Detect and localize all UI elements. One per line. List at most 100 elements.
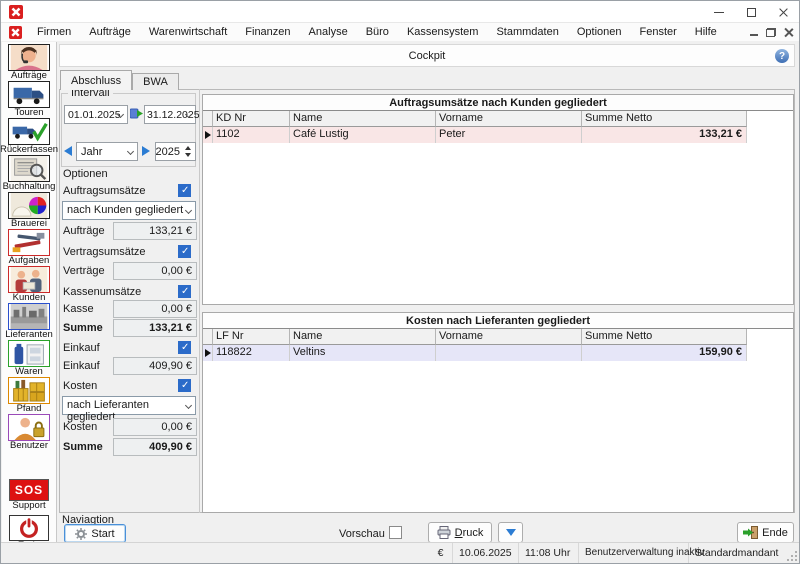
user-lock-icon: [8, 414, 50, 441]
cell-name: Veltins: [290, 345, 436, 361]
druck-button-label: Druck: [455, 527, 484, 539]
menu-item-auftraege[interactable]: Aufträge: [80, 23, 140, 41]
column-header-name[interactable]: Name: [290, 111, 436, 127]
kosten-checkbox[interactable]: [178, 379, 191, 392]
vertragsumsaetze-checkbox[interactable]: [178, 245, 191, 258]
year-value: 2025: [156, 146, 180, 158]
cell-vorname: Peter: [436, 127, 582, 143]
cell-vorname: [436, 345, 582, 361]
sidebar-item-pfand[interactable]: Pfand: [2, 377, 57, 414]
vertraege-label: Verträge: [63, 265, 105, 277]
window-close-button[interactable]: [767, 1, 799, 23]
einkauf-label: Einkauf: [63, 360, 100, 372]
date-to-input[interactable]: 31.12.2025: [144, 105, 196, 124]
header-filler: [747, 329, 793, 345]
window-minimize-button[interactable]: [703, 1, 735, 23]
menu-item-kassensystem[interactable]: Kassensystem: [398, 23, 488, 41]
kosten-value-field: 0,00 €: [113, 418, 197, 436]
table-header-row: LF Nr Name Vorname Summe Netto: [203, 329, 793, 345]
kosten-gliederung-select[interactable]: nach Lieferanten gegliedert: [62, 396, 196, 415]
kosten-label: Kosten: [63, 421, 97, 433]
vorschau-checkbox[interactable]: [389, 526, 402, 539]
column-header-vorname[interactable]: Vorname: [436, 329, 582, 345]
druck-options-dropdown-button[interactable]: [498, 522, 523, 543]
mdi-restore-icon[interactable]: [766, 28, 776, 37]
sidebar-item-waren[interactable]: Waren: [2, 340, 57, 377]
table-row[interactable]: 1102 Café Lustig Peter 133,21 €: [203, 127, 793, 143]
menu-item-warenwirtschaft[interactable]: Warenwirtschaft: [140, 23, 236, 41]
year-stepper[interactable]: 2025: [155, 142, 196, 161]
resize-grip[interactable]: [786, 550, 798, 562]
row-pointer-icon: [205, 131, 211, 139]
tab-abschluss[interactable]: Abschluss: [60, 70, 132, 90]
status-time: 11:08 Uhr: [519, 543, 579, 563]
summe-umsatz-label: Summe: [63, 322, 103, 334]
auftrag-gliederung-select[interactable]: nach Kunden gegliedert: [62, 201, 196, 220]
sidebar-item-label: Pfand: [17, 404, 42, 414]
mdi-close-icon[interactable]: [784, 28, 793, 37]
help-icon[interactable]: ?: [775, 49, 789, 63]
vertraege-value-field: 0,00 €: [113, 262, 197, 280]
menu-item-firmen[interactable]: Firmen: [28, 23, 80, 41]
row-pointer-icon: [205, 349, 211, 357]
sidebar-item-brauerei[interactable]: Brauerei: [2, 192, 57, 229]
chevron-down-icon: [185, 207, 192, 214]
sidebar: Aufträge Touren Rückerfassen Buchhaltung…: [2, 42, 57, 543]
menu-item-finanzen[interactable]: Finanzen: [236, 23, 299, 41]
auftragsumsaetze-checkbox[interactable]: [178, 184, 191, 197]
sidebar-item-rueckerfassen[interactable]: Rückerfassen: [2, 118, 57, 155]
sidebar-item-buchhaltung[interactable]: Buchhaltung: [2, 155, 57, 192]
kassenumsaetze-checkbox[interactable]: [178, 285, 191, 298]
sidebar-item-aufgaben[interactable]: Aufgaben: [2, 229, 57, 266]
menu-item-fenster[interactable]: Fenster: [631, 23, 686, 41]
tools-icon: [8, 229, 50, 256]
column-header-lfnr[interactable]: LF Nr: [213, 329, 290, 345]
spin-down-icon[interactable]: [182, 152, 194, 160]
start-button[interactable]: Start: [64, 524, 126, 543]
auftraege-label: Aufträge: [63, 225, 105, 237]
menu-item-stammdaten[interactable]: Stammdaten: [487, 23, 567, 41]
table-title: Auftragsumsätze nach Kunden gegliedert: [203, 95, 793, 111]
brewery-icon: [8, 192, 50, 219]
column-header-name[interactable]: Name: [290, 329, 436, 345]
table-row[interactable]: 118822 Veltins 159,90 €: [203, 345, 793, 361]
ende-button[interactable]: Ende: [737, 522, 794, 543]
tab-bwa[interactable]: BWA: [132, 73, 179, 90]
status-mandant: Standardmandant: [689, 543, 797, 563]
chevron-down-icon: [185, 402, 192, 409]
mdi-minimize-icon[interactable]: [750, 28, 758, 36]
sidebar-item-support[interactable]: SOS Support: [2, 479, 57, 511]
row-indicator-cell: [203, 127, 213, 143]
einkauf-checkbox[interactable]: [178, 341, 191, 354]
sidebar-item-kunden[interactable]: Kunden: [2, 266, 57, 303]
next-period-arrow[interactable]: [142, 146, 150, 156]
spin-up-icon[interactable]: [182, 144, 194, 152]
window-maximize-button[interactable]: [735, 1, 767, 23]
menu-item-optionen[interactable]: Optionen: [568, 23, 631, 41]
column-header-kdnr[interactable]: KD Nr: [213, 111, 290, 127]
column-header-vorname[interactable]: Vorname: [436, 111, 582, 127]
period-select[interactable]: Jahr: [76, 142, 138, 161]
menu-item-hilfe[interactable]: Hilfe: [686, 23, 726, 41]
cell-summe-netto: 159,90 €: [582, 345, 747, 361]
sidebar-item-touren[interactable]: Touren: [2, 81, 57, 118]
druck-button[interactable]: Druck: [428, 522, 492, 543]
menu-item-analyse[interactable]: Analyse: [300, 23, 357, 41]
mdi-child-logo-icon[interactable]: [9, 26, 22, 39]
sidebar-item-label: Waren: [15, 367, 43, 377]
column-header-summe-netto[interactable]: Summe Netto: [582, 111, 747, 127]
exit-door-icon: [743, 526, 758, 539]
kasse-value-field: 0,00 €: [113, 300, 197, 318]
sidebar-item-lieferanten[interactable]: Lieferanten: [2, 303, 57, 340]
sidebar-item-auftraege[interactable]: Aufträge: [2, 44, 57, 81]
printer-icon: [437, 526, 451, 539]
auftraege-value-field: 133,21 €: [113, 222, 197, 240]
calendar-link-icon[interactable]: [130, 107, 143, 120]
sidebar-item-benutzer[interactable]: Benutzer: [2, 414, 57, 451]
row-filler: [747, 127, 793, 143]
date-from-input[interactable]: 01.01.2025: [64, 105, 128, 124]
column-header-summe-netto[interactable]: Summe Netto: [582, 329, 747, 345]
menu-item-buero[interactable]: Büro: [357, 23, 398, 41]
date-from-value: 01.01.2025: [68, 109, 121, 121]
previous-period-arrow[interactable]: [64, 146, 72, 156]
